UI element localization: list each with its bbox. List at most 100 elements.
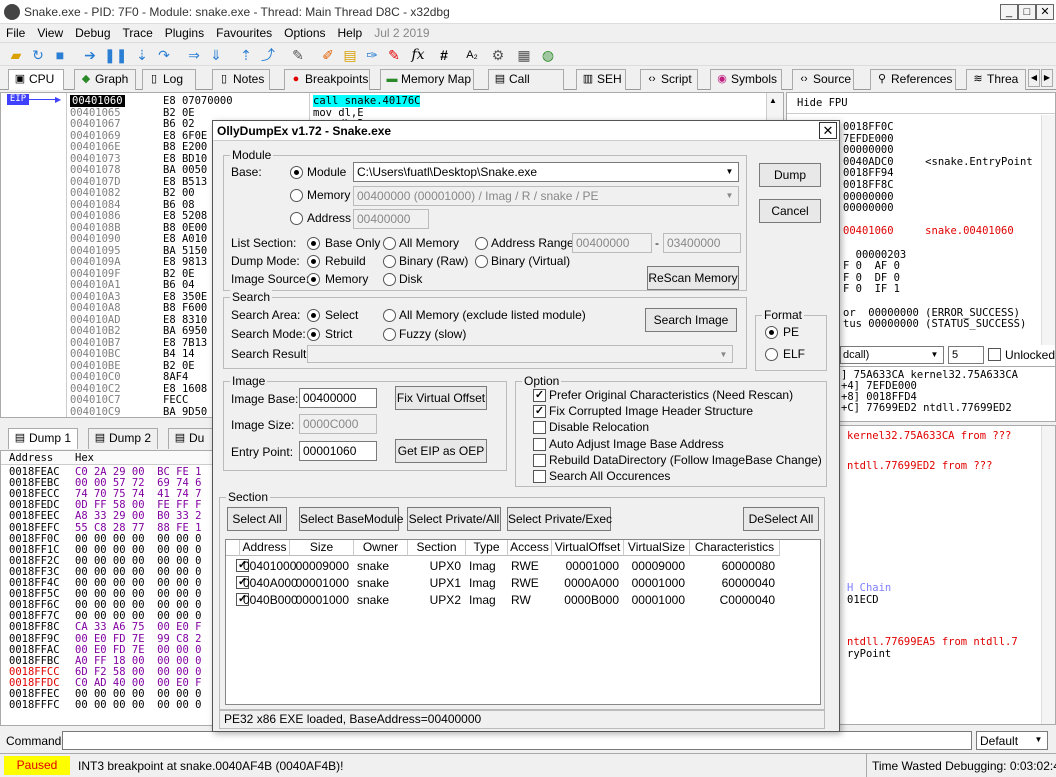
format-elf-radio[interactable] xyxy=(765,348,778,361)
tab-notes[interactable]: ▯ Notes xyxy=(212,69,270,90)
column-header-access[interactable]: Access xyxy=(508,540,552,556)
source-disk-radio[interactable] xyxy=(383,273,396,286)
registers-scrollbar[interactable] xyxy=(1041,115,1055,345)
register-row[interactable]: 00000203 xyxy=(843,249,907,261)
dump-view[interactable]: Address Hex 0018FEAC C0 2A 29 00 BC FE 10… xyxy=(0,450,215,726)
menu-trace[interactable]: Trace xyxy=(117,24,159,40)
tab-log[interactable]: ▯ Log xyxy=(142,69,196,90)
maximize-button[interactable]: □ xyxy=(1018,4,1036,20)
deselect-all-button[interactable]: DeSelect All xyxy=(743,507,819,531)
scylla-icon[interactable]: ✎ xyxy=(290,47,306,63)
register-row[interactable]: 00000000 xyxy=(843,144,894,156)
menu-options[interactable]: Options xyxy=(278,24,331,40)
register-row[interactable]: 00000000 xyxy=(843,191,894,203)
comments-icon[interactable]: ▤ xyxy=(342,47,358,63)
tab-threads[interactable]: ≋ Threa xyxy=(966,69,1026,90)
register-row[interactable]: 7EFDE000 xyxy=(843,133,894,145)
list-base-only-radio[interactable] xyxy=(307,237,320,250)
search-strict-radio[interactable] xyxy=(307,328,320,341)
tab-memory-map[interactable]: ▬ Memory Map xyxy=(380,69,474,90)
stack-row[interactable]: kernel32.75A633CA from ??? xyxy=(847,430,1011,442)
open-folder-icon[interactable]: ▰ xyxy=(8,47,24,63)
column-header-virtualoffset[interactable]: VirtualOffset xyxy=(552,540,624,556)
search-result-select[interactable]: ▼ xyxy=(307,345,733,363)
option-checkbox[interactable]: ✓ xyxy=(533,389,546,402)
dump-button[interactable]: Dump xyxy=(759,163,821,187)
option-checkbox[interactable] xyxy=(533,421,546,435)
register-row[interactable]: 00401060 snake.00401060 xyxy=(843,225,1014,237)
stack-row[interactable]: 01ECD xyxy=(847,594,879,606)
disasm-row[interactable]: 00401060 E8 07070000 call snake.40176C xyxy=(67,95,765,107)
pause-icon[interactable]: ❚❚ xyxy=(104,47,127,63)
tab-breakpoints[interactable]: ● Breakpoints xyxy=(284,69,370,90)
patch-icon[interactable]: ✐ xyxy=(320,47,336,63)
menu-view[interactable]: View xyxy=(31,24,69,40)
address-input[interactable]: 00400000 xyxy=(353,209,429,229)
cancel-button[interactable]: Cancel xyxy=(759,199,821,223)
option-checkbox[interactable] xyxy=(533,470,546,483)
tab-cpu[interactable]: ▣ CPU xyxy=(8,69,64,90)
close-button[interactable]: ✕ xyxy=(1036,4,1054,20)
select-basemodule-button[interactable]: Select BaseModule xyxy=(299,507,403,531)
argument-row[interactable]: +C] 77699ED2 ntdll.77699ED2 xyxy=(841,402,1012,414)
memory-select[interactable]: 00400000 (00001000) / Imag / R / snake /… xyxy=(353,186,739,206)
module-path-select[interactable]: C:\Users\fuatl\Desktop\Snake.exe ▼ xyxy=(353,162,739,182)
get-eip-as-oep-button[interactable]: Get EIP as OEP xyxy=(395,439,487,463)
command-input[interactable] xyxy=(62,731,972,750)
register-row[interactable]: tus 00000000 (STATUS_SUCCESS) xyxy=(843,318,1026,330)
strings-icon[interactable]: A₂ xyxy=(464,47,480,63)
list-address-range-radio[interactable] xyxy=(475,237,488,250)
column-header-virtualsize[interactable]: VirtualSize xyxy=(624,540,690,556)
menu-favourites[interactable]: Favourites xyxy=(210,24,278,40)
column-header-size[interactable]: Size xyxy=(290,540,354,556)
register-row[interactable]: F 0 IF 1 xyxy=(843,283,900,295)
run-icon[interactable]: ➔ xyxy=(82,47,98,63)
source-memory-radio[interactable] xyxy=(307,273,320,286)
dump-binary-raw-radio[interactable] xyxy=(383,255,396,268)
search-select-radio[interactable] xyxy=(307,309,320,322)
image-base-input[interactable]: 00400000 xyxy=(299,388,377,408)
hide-fpu-button[interactable]: Hide FPU xyxy=(797,97,848,109)
tab-references[interactable]: ⚲ References xyxy=(870,69,956,90)
column-header-characteristics[interactable]: Characteristics xyxy=(690,540,780,556)
dump-binary-virtual-radio[interactable] xyxy=(475,255,488,268)
select-all-button[interactable]: Select All xyxy=(227,507,287,531)
option-checkbox[interactable] xyxy=(533,437,546,451)
tab-dump-3[interactable]: ▤ Du xyxy=(168,428,214,449)
register-row[interactable]: 0018FF8C xyxy=(843,179,894,191)
dialog-close-button[interactable]: ✕ xyxy=(819,122,837,139)
unlocked-checkbox[interactable] xyxy=(988,348,1001,361)
register-row[interactable]: F 0 AF 0 xyxy=(843,260,900,272)
select-private-exec-button[interactable]: Select Private/Exec xyxy=(507,507,612,531)
step-into-icon[interactable]: ⇣ xyxy=(134,47,150,63)
column-header-section[interactable]: Section xyxy=(408,540,466,556)
search-image-button[interactable]: Search Image xyxy=(645,308,737,332)
tab-seh[interactable]: ▥ SEH xyxy=(576,69,626,90)
tab-dump-2[interactable]: ▤ Dump 2 xyxy=(88,428,158,449)
base-module-radio[interactable] xyxy=(290,166,303,179)
stack-panel[interactable]: kernel32.75A633CA from ??? ntdll.77699ED2… xyxy=(838,425,1056,725)
dump-rebuild-radio[interactable] xyxy=(307,255,320,268)
menu-help[interactable]: Help xyxy=(332,24,369,40)
fix-virtual-offset-button[interactable]: Fix Virtual Offset xyxy=(395,386,487,410)
column-header-type[interactable]: Type xyxy=(466,540,508,556)
image-size-input[interactable]: 0000C000 xyxy=(299,414,377,434)
select-private-all-button[interactable]: Select Private/All xyxy=(407,507,501,531)
execute-till-return-icon[interactable]: ⇡ xyxy=(238,47,254,63)
tab-scroll-right-button[interactable]: ▶ xyxy=(1041,69,1053,87)
stack-row[interactable]: ntdll.77699ED2 from ??? xyxy=(847,460,992,472)
range-from-input[interactable]: 00400000 xyxy=(572,233,652,253)
run-to-user-code-icon[interactable]: ⤴ xyxy=(260,47,276,63)
tab-graph[interactable]: ◆ Graph xyxy=(74,69,136,90)
column-header-owner[interactable]: Owner xyxy=(354,540,408,556)
menu-plugins[interactable]: Plugins xyxy=(159,24,210,40)
section-table[interactable]: Address Size Owner Section Type Access Virtual… xyxy=(225,539,821,705)
option-checkbox[interactable]: ✓ xyxy=(533,405,546,419)
trace-into-icon[interactable]: ⇒ xyxy=(186,47,202,63)
register-row[interactable]: F 0 DF 0 xyxy=(843,272,900,284)
list-all-memory-radio[interactable] xyxy=(383,237,396,250)
stack-row[interactable]: H Chain xyxy=(847,582,891,594)
search-all-memory-radio[interactable] xyxy=(383,309,396,322)
rescan-memory-button[interactable]: ReScan Memory xyxy=(647,266,739,290)
command-mode-select[interactable]: Default ▼ xyxy=(976,731,1048,750)
